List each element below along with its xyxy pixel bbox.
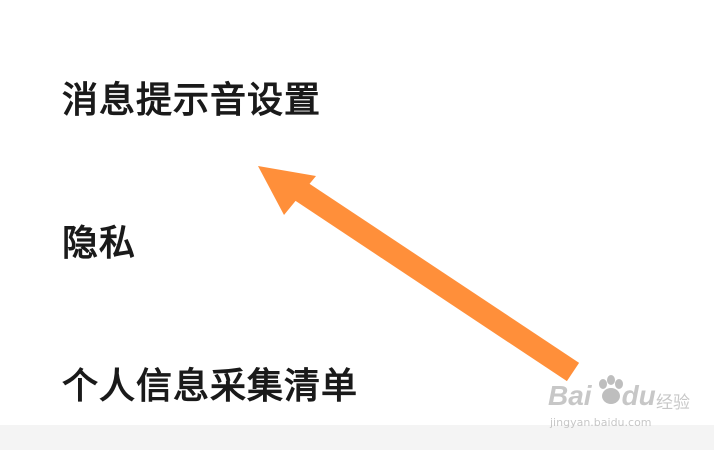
watermark-label: 经验 [656, 393, 690, 413]
menu-item-label: 消息提示音设置 [62, 80, 322, 121]
menu-item-privacy[interactable]: 隐私 [0, 205, 714, 275]
menu-item-label: 个人信息采集清单 [62, 366, 359, 407]
watermark-url: jingyan.baidu.com [550, 416, 652, 429]
menu-item-notification-sound-settings[interactable]: 消息提示音设置 [0, 62, 714, 132]
baidu-jingyan-watermark: Bai du 经验 jingyan.baidu.com [548, 374, 708, 434]
menu-item-label: 隐私 [62, 223, 137, 264]
paw-icon [599, 375, 623, 404]
